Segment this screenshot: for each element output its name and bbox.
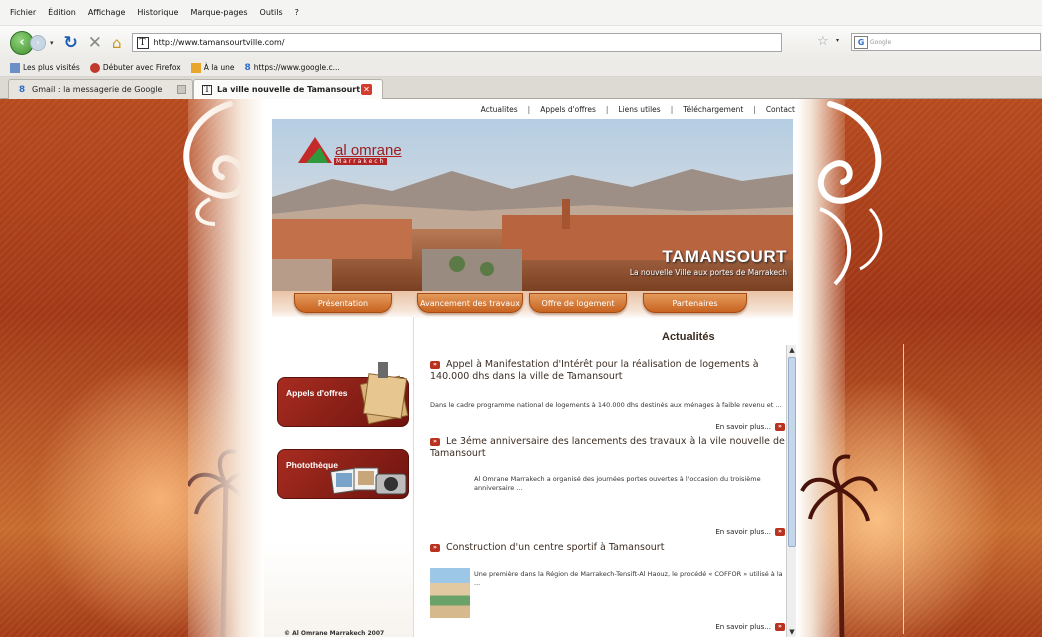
read-more-arrow-icon: » (775, 423, 785, 431)
forward-arrow-icon: › (36, 38, 40, 47)
back-arrow-icon: ‹ (19, 35, 25, 50)
promo-label: Appels d'offres (286, 388, 348, 398)
close-tab-icon[interactable]: ✕ (361, 84, 372, 95)
menu-edition[interactable]: Édition (48, 8, 76, 17)
google-favicon-icon: 8 (244, 62, 251, 73)
separator: | (670, 105, 674, 114)
tab-tamansourt[interactable]: T La ville nouvelle de Tamansourt ✕ (193, 79, 383, 99)
bookmark-headlines[interactable]: À la une (190, 62, 234, 73)
bookmark-star-icon[interactable]: ☆ (817, 34, 829, 49)
news-list: » Appel à Manifestation d'Intérêt pour la… (430, 339, 785, 637)
link-telechargement[interactable]: Téléchargement (683, 105, 743, 114)
nav-presentation[interactable]: Présentation (294, 293, 392, 313)
bullet-arrow-icon: » (430, 437, 440, 446)
stop-icon[interactable]: ✕ (88, 33, 102, 53)
most-visited-icon (10, 62, 20, 73)
url-dropdown-icon[interactable]: ▾ (836, 37, 839, 44)
menu-affichage[interactable]: Affichage (88, 8, 126, 17)
decorative-vertical-line (903, 344, 904, 634)
web-content: Actualites | Appels d'offres | Liens uti… (0, 99, 1042, 637)
url-bar[interactable]: T http://www.tamansourtville.com/ (131, 33, 782, 52)
logo-mark-icon (298, 137, 332, 163)
logo-city: Marrakech (334, 158, 388, 165)
news-item-text: Al Omrane Marrakech a organisé des journ… (474, 475, 761, 492)
top-links: Actualites | Appels d'offres | Liens uti… (481, 105, 795, 114)
home-icon[interactable]: ⌂ (112, 34, 122, 52)
separator: | (527, 105, 531, 114)
documents-stack-icon (359, 362, 409, 425)
ornament-swirl-right (817, 101, 883, 286)
separator: | (753, 105, 756, 114)
read-more-link[interactable]: En savoir plus...» (715, 423, 785, 431)
link-liens-utiles[interactable]: Liens utiles (618, 105, 660, 114)
separator: | (605, 105, 609, 114)
news-item-title[interactable]: » Appel à Manifestation d'Intérêt pour la… (430, 359, 785, 383)
tab-bar: 8 Gmail : la messagerie de Google T La v… (0, 77, 1042, 99)
news-item-title[interactable]: » Le 3éme anniversaire des lancements des… (430, 436, 785, 460)
menu-marque-pages[interactable]: Marque-pages (190, 8, 247, 17)
tamansourt-favicon-icon: T (202, 84, 212, 95)
history-dropdown-icon[interactable]: ▾ (50, 39, 54, 47)
forward-button[interactable]: › (30, 34, 46, 51)
search-placeholder: Google (870, 38, 892, 46)
header-banner: al omrane Marrakech TAMANSOURT La nouvel… (272, 119, 793, 291)
read-more-link[interactable]: En savoir plus...» (715, 528, 785, 536)
link-actualites[interactable]: Actualites (481, 105, 518, 114)
bookmark-google[interactable]: 8 https://www.google.c... (244, 63, 339, 73)
bullet-arrow-icon: » (430, 543, 440, 552)
menu-fichier[interactable]: Fichier (10, 8, 36, 17)
brand-title: TAMANSOURT (662, 247, 787, 266)
scroll-up-icon[interactable]: ▲ (787, 345, 797, 355)
side-panel-left (188, 99, 264, 637)
read-more-arrow-icon: » (775, 623, 785, 631)
nav-avancement[interactable]: Avancement des travaux (417, 293, 523, 313)
link-contact[interactable]: Contact (766, 105, 795, 114)
google-search-icon[interactable]: G (854, 35, 868, 49)
news-thumbnail-image[interactable] (430, 568, 470, 618)
scroll-down-icon[interactable]: ▼ (787, 627, 797, 637)
rss-feed-icon (190, 62, 201, 73)
site-logo[interactable]: al omrane Marrakech (298, 137, 402, 165)
brand-subtitle: La nouvelle Ville aux portes de Marrakec… (629, 268, 787, 277)
read-more-link[interactable]: En savoir plus...» (715, 623, 785, 631)
news-item-title[interactable]: » Construction d'un centre sportif à Tama… (430, 542, 664, 554)
bullet-arrow-icon: » (430, 360, 440, 369)
copyright: © Al Omrane Marrakech 2007 (284, 630, 385, 637)
menu-outils[interactable]: Outils (260, 8, 283, 17)
site-page: Actualites | Appels d'offres | Liens uti… (264, 99, 797, 637)
photo-camera-icon (330, 467, 407, 495)
news-item-text: Une première dans la Région de Marrakech… (474, 570, 783, 587)
promo-phototheque[interactable]: Photothèque (277, 449, 409, 499)
left-column: Appels d'offres Photothèque © Al Omrane … (264, 317, 414, 637)
url-text: http://www.tamansourtville.com/ (153, 38, 285, 47)
read-more-arrow-icon: » (775, 528, 785, 536)
news-scrollbar[interactable]: ▲ ▼ (786, 345, 796, 637)
close-tab-icon[interactable] (177, 85, 186, 94)
tab-gmail[interactable]: 8 Gmail : la messagerie de Google (8, 79, 193, 99)
reload-icon[interactable]: ↻ (64, 33, 78, 53)
link-appels-offres[interactable]: Appels d'offres (540, 105, 596, 114)
palm-tree-right (800, 454, 878, 637)
menu-help[interactable]: ? (295, 8, 299, 17)
nav-partenaires[interactable]: Partenaires (643, 293, 747, 313)
news-item-text: Dans le cadre programme national de loge… (430, 401, 782, 409)
site-favicon-icon: T (136, 36, 149, 49)
firefox-icon (89, 62, 100, 73)
main-nav: Présentation Avancement des travaux Offr… (272, 291, 793, 319)
promo-appels-offres[interactable]: Appels d'offres (277, 362, 409, 427)
logo-name: al omrane (335, 141, 402, 159)
search-box[interactable]: G Google (851, 33, 1041, 51)
bookmark-most-visited[interactable]: Les plus visités (10, 62, 80, 73)
bookmarks-toolbar: Les plus visités Débuter avec Firefox À … (0, 59, 1042, 77)
nav-offre-logement[interactable]: Offre de logement (529, 293, 627, 313)
scroll-thumb[interactable] (788, 357, 796, 547)
menu-historique[interactable]: Historique (137, 8, 178, 17)
browser-menubar: Fichier Édition Affichage Historique Mar… (0, 0, 1042, 26)
gmail-favicon-icon: 8 (18, 84, 26, 95)
bookmark-getting-started[interactable]: Débuter avec Firefox (89, 62, 181, 73)
